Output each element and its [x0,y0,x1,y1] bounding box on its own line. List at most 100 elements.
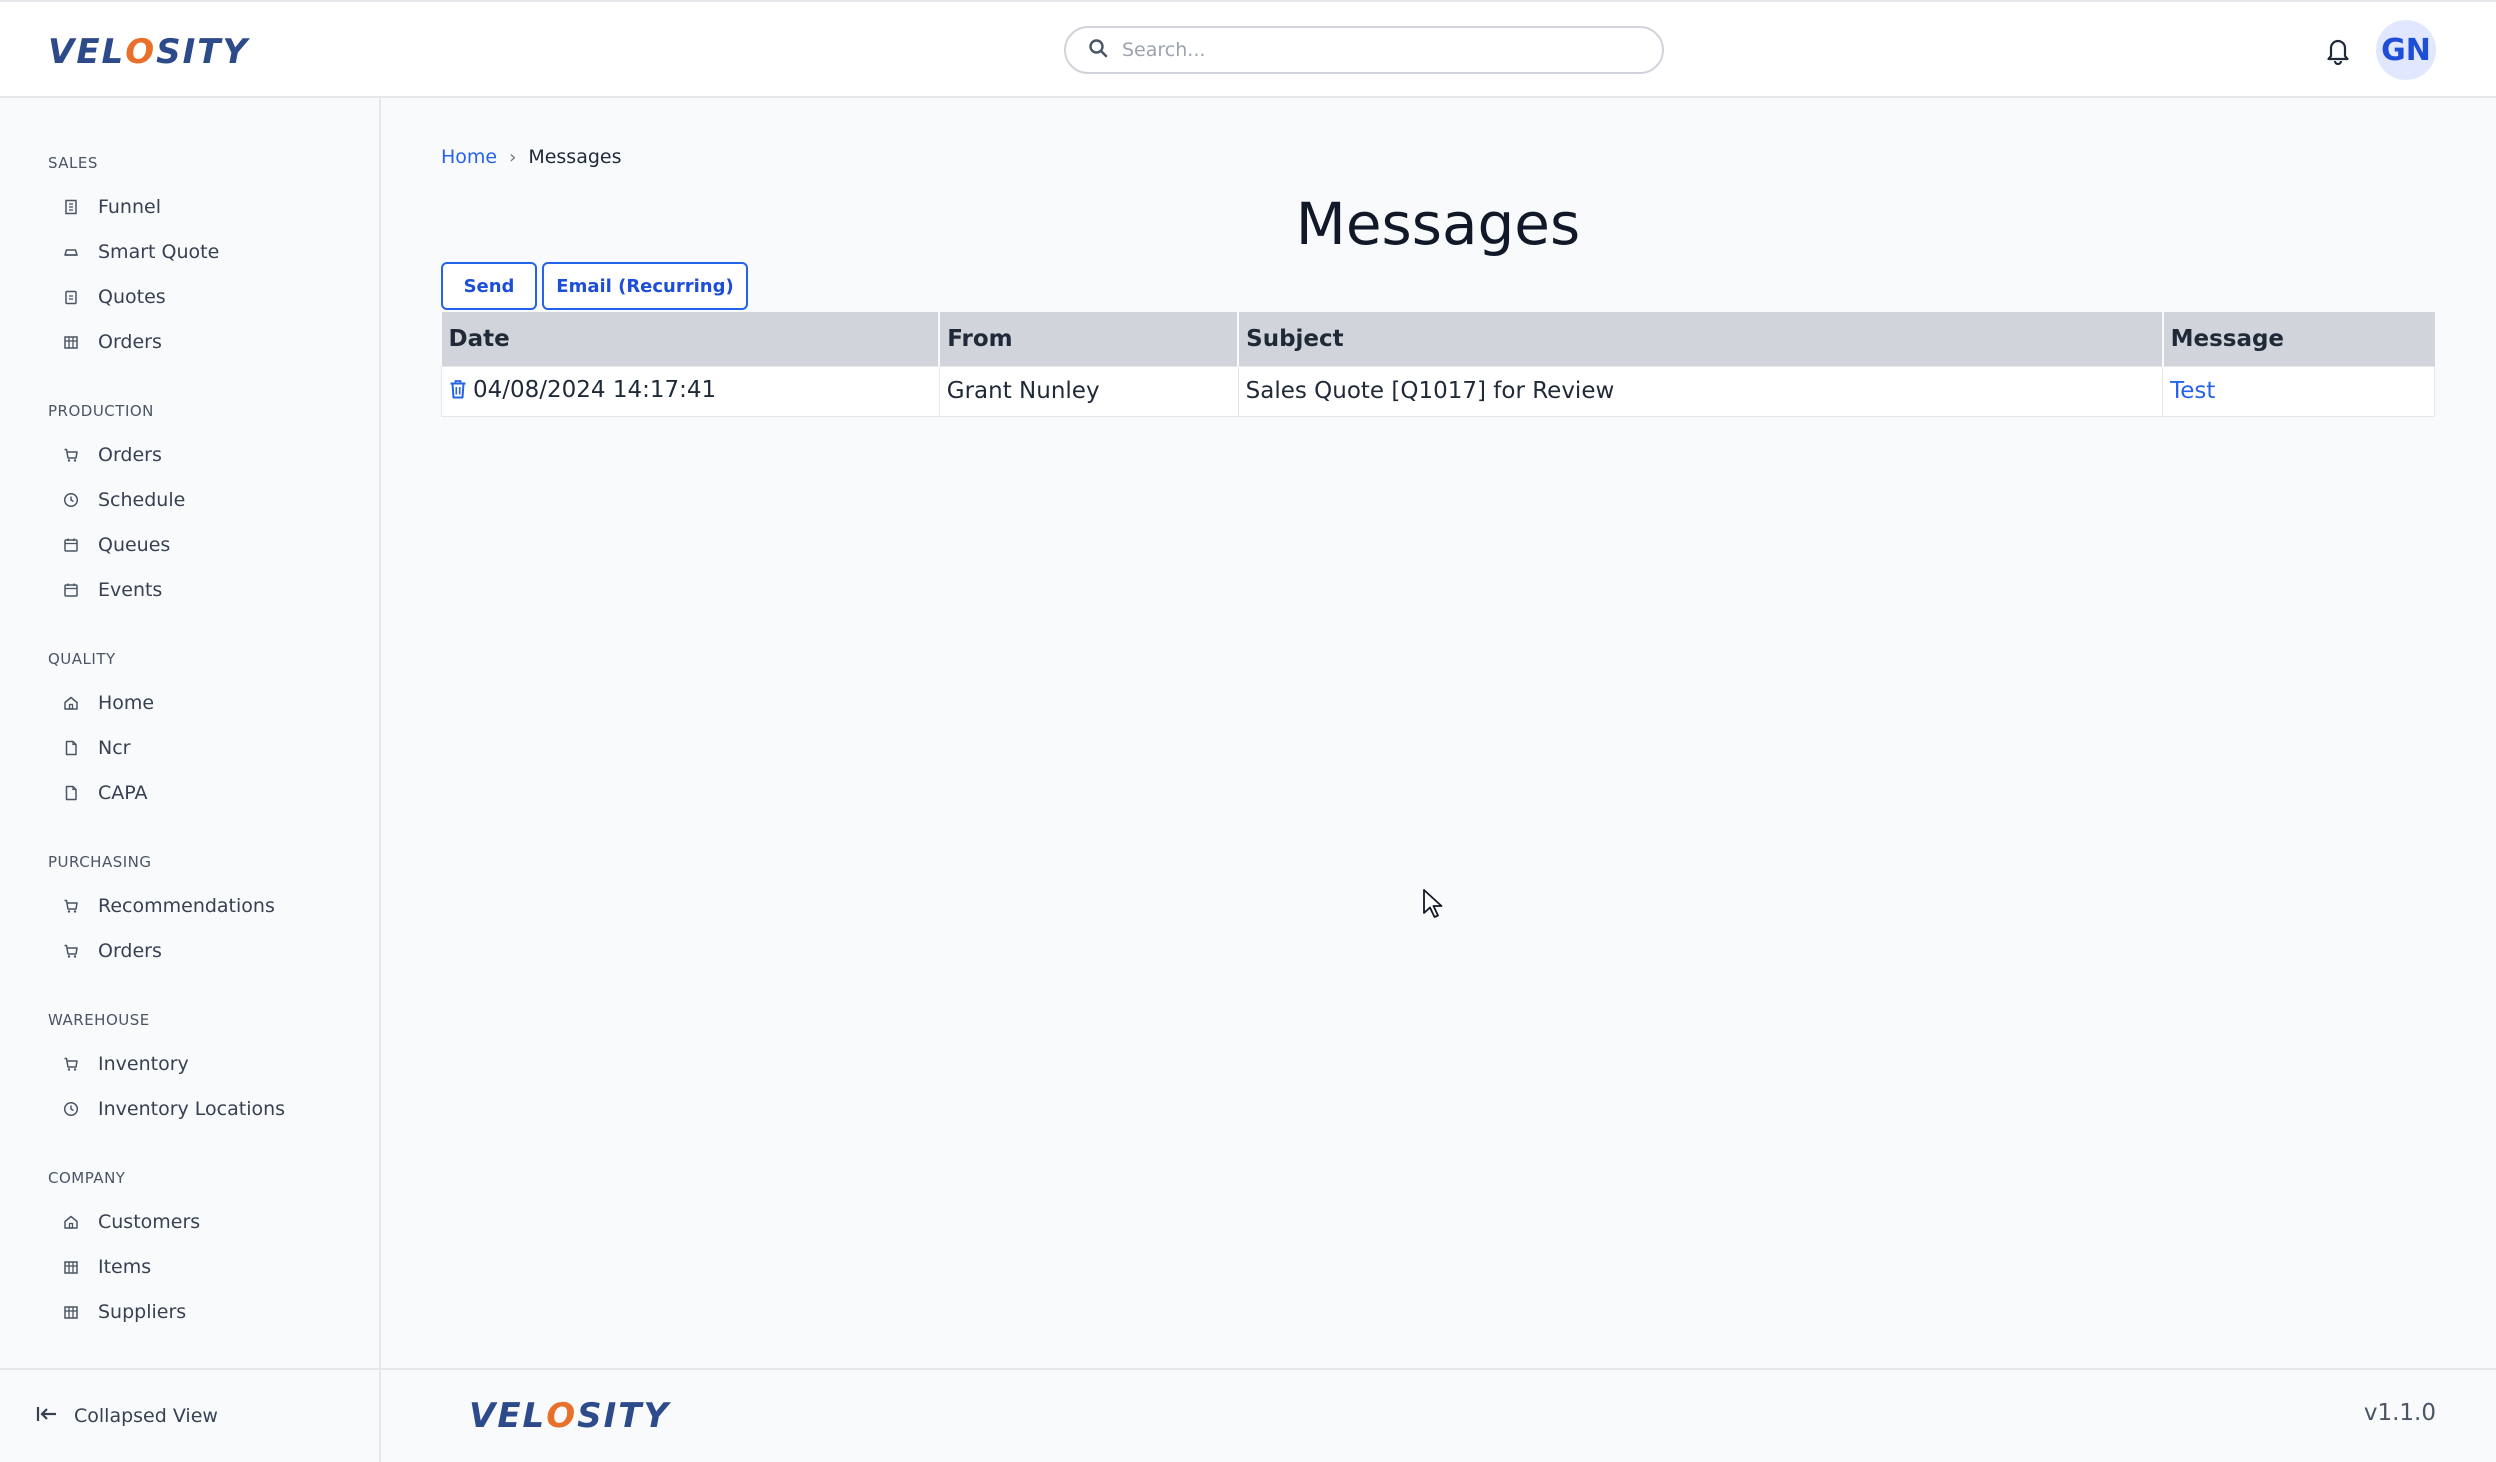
sidebar-item-recommendations[interactable]: Recommendations [0,883,379,928]
mouse-pointer-icon [1422,888,1444,924]
clock-icon [62,491,80,509]
sidebar-item-label: Items [98,1255,152,1278]
store-icon [62,1303,80,1321]
sidebar-item-label: CAPA [98,781,148,804]
cell-date: 04/08/2024 14:17:41 [441,365,940,417]
top-bar: VELOSITY GN [0,0,2496,98]
section-title: PURCHASING [48,853,152,871]
column-header-subject[interactable]: Subject [1238,312,2164,366]
column-header-date[interactable]: Date [441,312,941,366]
home-icon [62,1213,80,1231]
user-avatar[interactable]: GN [2376,20,2436,80]
collapse-sidebar-button[interactable]: Collapsed View [0,1368,381,1462]
section-title: WAREHOUSE [48,1011,150,1029]
sidebar-item-label: Orders [98,443,162,466]
velosity-footer-logo: VEL O SITY [469,1396,671,1436]
sidebar-item-smart-quote[interactable]: Smart Quote [0,229,379,274]
sidebar: SALES Funnel Smart Quote Quotes Orders P… [0,98,381,1368]
sidebar-item-events[interactable]: Events [0,567,379,612]
sidebar-item-label: Smart Quote [98,240,220,263]
sidebar-item-label: Inventory Locations [98,1097,286,1120]
footer: VEL O SITY v1.1.0 [381,1368,2496,1462]
sidebar-item-purchasing-orders[interactable]: Orders [0,928,379,973]
sidebar-item-label: Funnel [98,195,161,218]
sidebar-item-capa[interactable]: CAPA [0,770,379,815]
sidebar-item-inventory-locations[interactable]: Inventory Locations [0,1086,379,1131]
sidebar-item-inventory[interactable]: Inventory [0,1041,379,1086]
sidebar-item-queues[interactable]: Queues [0,522,379,567]
collapse-label: Collapsed View [74,1405,218,1427]
chevron-right-icon: › [509,146,517,168]
breadcrumb-current: Messages [528,146,622,168]
trash-icon[interactable] [449,379,467,405]
sidebar-item-suppliers[interactable]: Suppliers [0,1289,379,1334]
section-title: PRODUCTION [48,402,154,420]
column-header-message[interactable]: Message [2162,312,2435,366]
sidebar-item-label: Queues [98,533,171,556]
table-header-row: Date From Subject Message [441,312,2435,366]
sidebar-section-warehouse: WAREHOUSE Inventory Inventory Locations [0,1011,379,1131]
sidebar-item-sales-orders[interactable]: Orders [0,319,379,364]
sidebar-item-production-orders[interactable]: Orders [0,432,379,477]
message-date: 04/08/2024 14:17:41 [473,377,717,403]
sidebar-item-label: Events [98,578,163,601]
table-row[interactable]: 04/08/2024 14:17:41 Grant Nunley Sales Q… [441,365,2435,417]
sidebar-section-sales: SALES Funnel Smart Quote Quotes Orders [0,154,379,364]
sidebar-item-label: Suppliers [98,1300,187,1323]
sidebar-item-items[interactable]: Items [0,1244,379,1289]
cell-message: Test [2162,365,2435,417]
sidebar-item-label: Recommendations [98,894,275,917]
sidebar-item-label: Ncr [98,736,131,759]
calendar-icon [62,581,80,599]
clipboard-icon [62,288,80,306]
section-title: COMPANY [48,1169,126,1187]
velosity-logo[interactable]: VEL O SITY [48,30,249,74]
breadcrumb: Home › Messages [441,146,622,168]
send-button[interactable]: Send [441,262,537,310]
calendar-icon [62,536,80,554]
sidebar-section-quality: QUALITY Home Ncr CAPA [0,650,379,815]
document-icon [62,784,80,802]
cell-subject: Sales Quote [Q1017] for Review [1237,365,2164,417]
search-icon [1088,38,1108,62]
sidebar-section-company: COMPANY Customers Items Suppliers [0,1169,379,1334]
section-title: QUALITY [48,650,116,668]
home-icon [62,694,80,712]
sidebar-item-quotes[interactable]: Quotes [0,274,379,319]
email-recurring-button[interactable]: Email (Recurring) [542,262,748,310]
sidebar-item-customers[interactable]: Customers [0,1199,379,1244]
cart-icon [62,1055,80,1073]
sidebar-item-label: Schedule [98,488,186,511]
section-title: SALES [48,154,98,172]
cell-from: Grant Nunley [938,365,1239,417]
sidebar-item-quality-home[interactable]: Home [0,680,379,725]
cart-icon [62,942,80,960]
document-icon [62,739,80,757]
version-label: v1.1.0 [2363,1400,2436,1426]
cart-icon [62,446,80,464]
sidebar-item-ncr[interactable]: Ncr [0,725,379,770]
sidebar-item-label: Home [98,691,155,714]
sidebar-section-purchasing: PURCHASING Recommendations Orders [0,853,379,973]
sidebar-section-production: PRODUCTION Orders Schedule Queues Events [0,402,379,612]
building-icon [62,198,80,216]
sidebar-item-label: Customers [98,1210,201,1233]
message-link[interactable]: Test [2170,378,2215,404]
car-icon [62,243,80,261]
search-box[interactable] [1064,26,1664,74]
cart-icon [62,897,80,915]
sidebar-item-label: Inventory [98,1052,189,1075]
sidebar-item-label: Orders [98,330,162,353]
page-title: Messages [1295,190,1581,258]
messages-table: Date From Subject Message 04/08/2024 14:… [441,312,2435,417]
column-header-from[interactable]: From [939,312,1240,366]
search-input[interactable] [1122,39,1642,61]
sidebar-item-label: Orders [98,939,162,962]
breadcrumb-home-link[interactable]: Home [441,146,497,168]
collapse-left-icon [36,1405,74,1428]
store-icon [62,1258,80,1276]
store-icon [62,333,80,351]
bell-icon[interactable] [2320,32,2356,68]
sidebar-item-schedule[interactable]: Schedule [0,477,379,522]
sidebar-item-funnel[interactable]: Funnel [0,184,379,229]
